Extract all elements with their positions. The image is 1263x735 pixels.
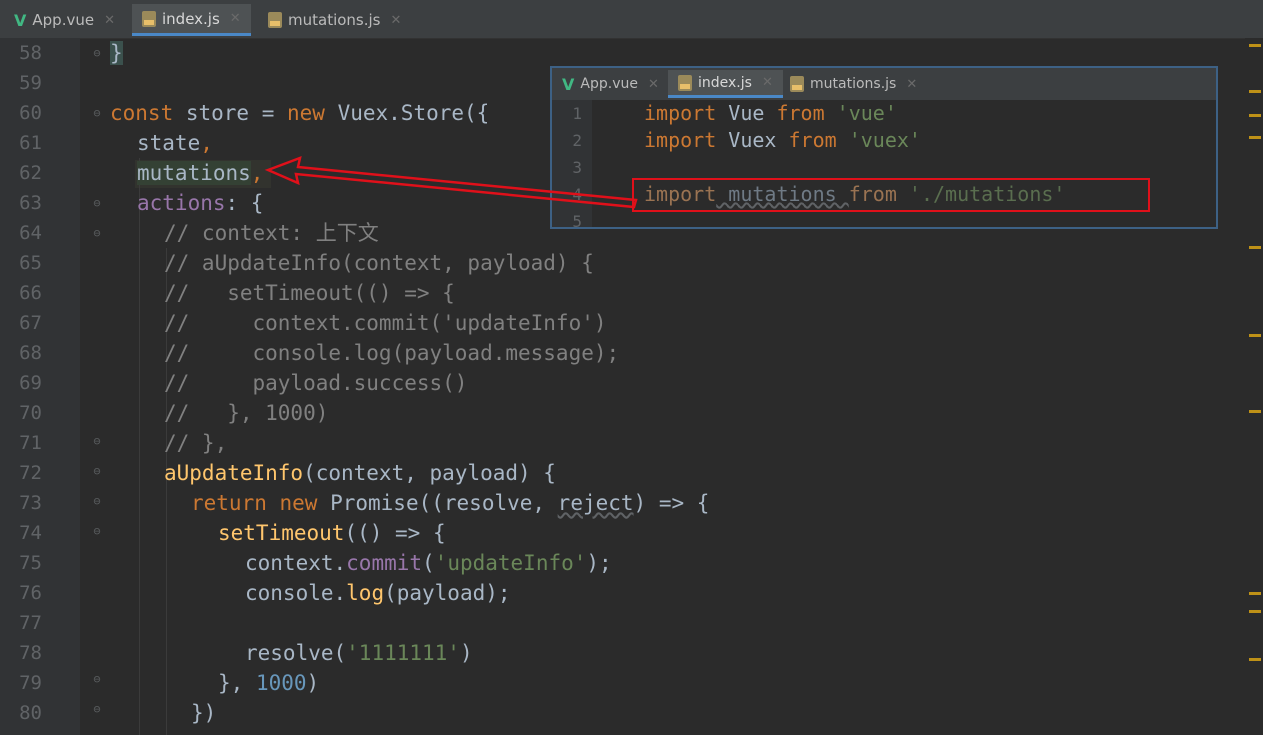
line-number: 72 bbox=[19, 462, 42, 484]
line-number: 3 bbox=[572, 158, 582, 177]
line-number: 1 bbox=[572, 104, 582, 123]
line-number: 78 bbox=[19, 642, 42, 664]
close-icon: ✕ bbox=[761, 75, 773, 90]
tab-label: App.vue bbox=[32, 11, 95, 29]
line-number: 80 bbox=[19, 702, 42, 724]
code-line-69: // payload.success() bbox=[164, 371, 468, 395]
code-line-76: console.log(payload); bbox=[245, 581, 511, 605]
tab-label: mutations.js bbox=[288, 11, 381, 29]
popup-tab-bar: V App.vue ✕ index.js ✕ mutations.js ✕ bbox=[552, 68, 1216, 100]
popup-code-line-1: import Vue from 'vue' bbox=[644, 101, 897, 125]
line-number: 79 bbox=[19, 672, 42, 694]
code-line-74: setTimeout(() => { bbox=[218, 521, 446, 545]
tab-index-js[interactable]: index.js ✕ bbox=[132, 4, 251, 36]
fold-icon[interactable]: ⊖ bbox=[90, 494, 104, 508]
js-file-icon bbox=[678, 74, 692, 91]
tab-mutations-js[interactable]: mutations.js ✕ bbox=[258, 4, 411, 36]
code-line-73: return new Promise((resolve, reject) => … bbox=[191, 491, 710, 515]
code-line-64: // context: 上下文 bbox=[164, 221, 379, 245]
code-line-79: }, 1000) bbox=[218, 671, 320, 695]
line-number: 62 bbox=[19, 162, 42, 184]
js-file-icon bbox=[142, 10, 156, 27]
popup-tab-mutations-js: mutations.js ✕ bbox=[780, 70, 927, 98]
line-number: 73 bbox=[19, 492, 42, 514]
code-line-72: aUpdateInfo(context, payload) { bbox=[164, 461, 556, 485]
line-number: 61 bbox=[19, 132, 42, 154]
line-number: 69 bbox=[19, 372, 42, 394]
line-number: 2 bbox=[572, 131, 582, 150]
line-number: 64 bbox=[19, 222, 42, 244]
code-line-58: } bbox=[110, 41, 123, 65]
tab-app-vue[interactable]: V App.vue ✕ bbox=[4, 4, 125, 36]
fold-icon[interactable]: ⊖ bbox=[90, 524, 104, 538]
code-line-68: // console.log(payload.message); bbox=[164, 341, 620, 365]
code-line-60: const store = new Vuex.Store({ bbox=[110, 101, 490, 125]
code-line-63: actions: { bbox=[137, 191, 264, 215]
popup-tab-app-vue: V App.vue ✕ bbox=[552, 70, 669, 98]
line-number: 58 bbox=[19, 42, 42, 64]
tab-label: index.js bbox=[162, 9, 220, 28]
js-file-icon bbox=[790, 76, 804, 92]
vue-icon: V bbox=[562, 74, 575, 94]
tab-label: index.js bbox=[698, 74, 752, 91]
line-number: 76 bbox=[19, 582, 42, 604]
popup-tab-index-js: index.js ✕ bbox=[668, 70, 783, 98]
close-icon: ✕ bbox=[647, 76, 659, 92]
fold-icon[interactable]: ⊖ bbox=[90, 702, 104, 716]
close-icon[interactable]: ✕ bbox=[104, 13, 115, 28]
code-line-71: // }, bbox=[164, 431, 228, 455]
fold-icon[interactable]: ⊖ bbox=[90, 672, 104, 686]
popup-code-line-2: import Vuex from 'vuex' bbox=[644, 128, 921, 152]
line-number: 70 bbox=[19, 402, 42, 424]
vue-icon: V bbox=[14, 10, 27, 30]
tab-label: App.vue bbox=[580, 76, 638, 92]
line-number: 63 bbox=[19, 192, 42, 214]
line-number: 74 bbox=[19, 522, 42, 544]
annotation-highlight-box bbox=[632, 178, 1150, 212]
js-file-icon bbox=[268, 12, 282, 28]
code-line-78: resolve('1111111') bbox=[245, 641, 473, 665]
line-number: 75 bbox=[19, 552, 42, 574]
error-stripe[interactable] bbox=[1245, 38, 1263, 735]
line-number: 60 bbox=[19, 102, 42, 124]
line-number: 68 bbox=[19, 342, 42, 364]
close-icon[interactable]: ✕ bbox=[230, 11, 241, 26]
close-icon[interactable]: ✕ bbox=[391, 13, 402, 28]
fold-icon[interactable]: ⊖ bbox=[90, 464, 104, 478]
fold-icon[interactable]: ⊖ bbox=[90, 106, 104, 120]
code-line-61: state, bbox=[137, 131, 213, 155]
code-line-62: mutations, bbox=[137, 161, 264, 185]
code-line-70: // }, 1000) bbox=[164, 401, 329, 425]
tab-label: mutations.js bbox=[810, 76, 897, 92]
line-number: 65 bbox=[19, 252, 42, 274]
fold-icon[interactable]: ⊖ bbox=[90, 46, 104, 60]
editor-tab-bar: V App.vue ✕ index.js ✕ mutations.js ✕ bbox=[0, 0, 1263, 39]
fold-icon[interactable]: ⊖ bbox=[90, 226, 104, 240]
fold-icon[interactable]: ⊖ bbox=[90, 434, 104, 448]
code-line-66: // setTimeout(() => { bbox=[164, 281, 455, 305]
line-number: 4 bbox=[572, 185, 582, 204]
code-line-75: context.commit('updateInfo'); bbox=[245, 551, 612, 575]
code-line-80: }) bbox=[191, 701, 217, 725]
line-number: 71 bbox=[19, 432, 42, 454]
code-line-65: // aUpdateInfo(context, payload) { bbox=[164, 251, 594, 275]
line-number: 59 bbox=[19, 72, 42, 94]
line-number: 77 bbox=[19, 612, 42, 634]
code-line-67: // context.commit('updateInfo') bbox=[164, 311, 607, 335]
line-number: 66 bbox=[19, 282, 42, 304]
close-icon: ✕ bbox=[906, 76, 918, 92]
line-number: 67 bbox=[19, 312, 42, 334]
fold-icon[interactable]: ⊖ bbox=[90, 196, 104, 210]
line-number: 5 bbox=[572, 212, 582, 229]
